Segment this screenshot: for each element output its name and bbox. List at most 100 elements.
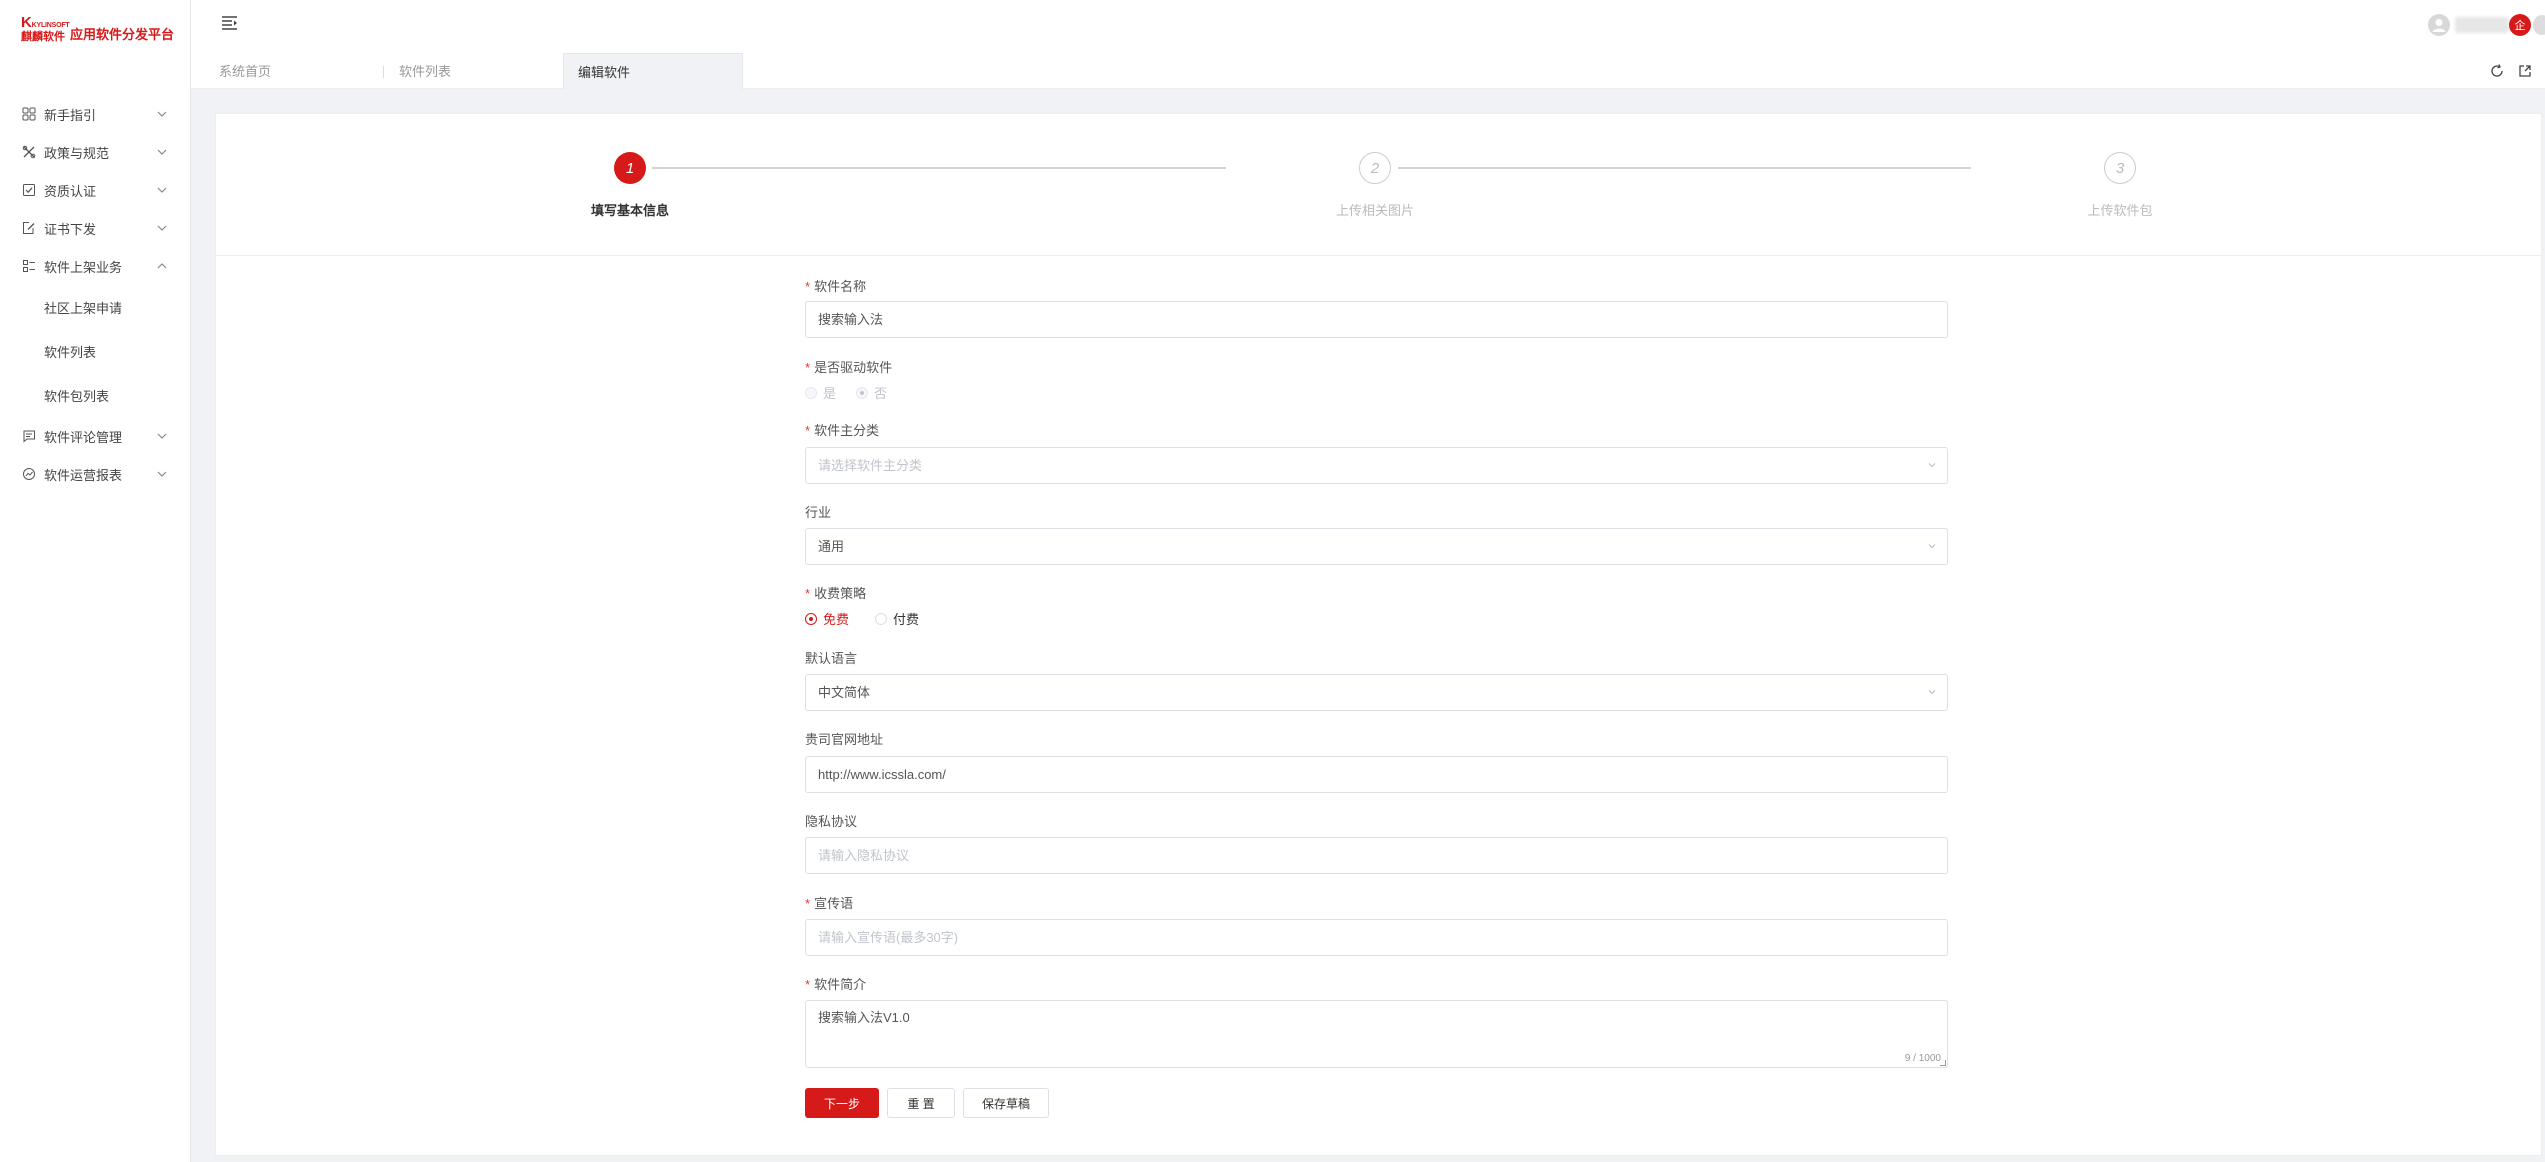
intro-value: 搜索输入法V1.0 <box>818 1010 910 1025</box>
sidebar-item-label: 软件上架业务 <box>44 259 123 275</box>
tab-home[interactable]: 系统首页 <box>191 53 371 89</box>
software-name-input[interactable]: 搜索输入法 <box>805 301 1948 338</box>
chevron-down-icon <box>157 149 167 155</box>
logo[interactable]: KKYLINSOFT 麒麟软件 应用软件分发平台 <box>21 14 181 44</box>
sidebar-item-certificate[interactable]: 证书下发 <box>0 209 190 247</box>
app-root: KKYLINSOFT 麒麟软件 应用软件分发平台 新手指引 政策与规范 资质认证… <box>0 0 2545 1162</box>
sidebar-item-comments[interactable]: 软件评论管理 <box>0 417 190 455</box>
sidebar: KKYLINSOFT 麒麟软件 应用软件分发平台 新手指引 政策与规范 资质认证… <box>0 0 191 1162</box>
intro-label: * 软件简介 <box>805 977 867 992</box>
tools-icon <box>22 145 36 159</box>
sidebar-item-reports[interactable]: 软件运营报表 <box>0 455 190 493</box>
user-avatar-icon[interactable] <box>2428 14 2450 36</box>
default-language-label: 默认语言 <box>805 651 858 666</box>
list-icon <box>22 259 36 273</box>
chevron-down-icon <box>157 187 167 193</box>
fee-policy-label: * 收费策略 <box>805 586 867 601</box>
chevron-down-icon <box>157 471 167 477</box>
radio-dot <box>875 612 888 625</box>
step-connector <box>1398 167 1971 169</box>
certificate-icon <box>22 183 36 197</box>
sidebar-menu: 新手指引 政策与规范 资质认证 证书下发 软件上架业务 社区上架申请 软件列表 … <box>0 95 190 493</box>
sidebar-item-label: 证书下发 <box>44 221 97 237</box>
enterprise-badge[interactable]: 企 <box>2509 14 2531 36</box>
refresh-icon[interactable] <box>2489 63 2505 79</box>
sidebar-item-guide[interactable]: 新手指引 <box>0 95 190 133</box>
step-1-circle: 1 <box>614 152 646 184</box>
intro-textarea[interactable]: 搜索输入法V1.0 9 / 1000 <box>805 1000 1948 1068</box>
driver-software-label: * 是否驱动软件 <box>805 360 893 375</box>
tabs-bar: 系统首页 软件列表 编辑软件 <box>191 53 2545 89</box>
sidebar-item-policy[interactable]: 政策与规范 <box>0 133 190 171</box>
industry-label: 行业 <box>805 505 832 520</box>
website-input[interactable]: http://www.icssla.com/ <box>805 756 1948 793</box>
top-header: 企 <box>191 0 2545 53</box>
driver-radio-yes[interactable]: 是 <box>805 383 836 402</box>
chevron-down-icon <box>157 433 167 439</box>
reset-button[interactable]: 重 置 <box>887 1088 955 1118</box>
tab-software-list[interactable]: 软件列表 <box>371 53 551 89</box>
category-placeholder: 请选择软件主分类 <box>818 458 923 473</box>
steps-bar: 1 填写基本信息 2 上传相关图片 3 上传软件包 <box>216 114 2541 256</box>
secondary-badge[interactable] <box>2533 15 2545 35</box>
sidebar-subitem-package-list[interactable]: 软件包列表 <box>0 373 190 417</box>
chart-icon <box>22 467 36 481</box>
chevron-down-icon <box>1928 463 1936 468</box>
chevron-down-icon <box>1928 690 1936 695</box>
sidebar-item-label: 新手指引 <box>44 107 97 123</box>
driver-radio-no[interactable]: 否 <box>856 383 887 402</box>
software-name-label: * 软件名称 <box>805 279 867 294</box>
main-content: 1 填写基本信息 2 上传相关图片 3 上传软件包 * 软件名称 搜索输入法 * 是… <box>191 89 2545 1162</box>
chevron-up-icon <box>157 263 167 269</box>
sidebar-subitem-community-apply[interactable]: 社区上架申请 <box>0 285 190 329</box>
step-3-circle: 3 <box>2104 152 2136 184</box>
sidebar-item-label: 软件运营报表 <box>44 467 123 483</box>
sidebar-item-listing[interactable]: 软件上架业务 <box>0 247 190 285</box>
driver-radio-group: 是 否 <box>805 383 907 402</box>
sidebar-item-label: 软件评论管理 <box>44 429 123 445</box>
radio-dot <box>805 612 817 625</box>
fullscreen-icon[interactable] <box>2517 63 2533 79</box>
fee-radio-paid[interactable]: 付费 <box>875 609 919 628</box>
tab-edit-software[interactable]: 编辑软件 <box>563 53 743 89</box>
logo-cn-text: 麒麟软件 <box>21 31 65 43</box>
grid-icon <box>22 107 36 121</box>
sidebar-subitem-software-list[interactable]: 软件列表 <box>0 329 190 373</box>
step-3-label: 上传软件包 <box>2087 203 2153 218</box>
sidebar-item-qualification[interactable]: 资质认证 <box>0 171 190 209</box>
step-connector <box>652 167 1226 169</box>
radio-dot <box>856 386 869 399</box>
logo-mark: KKYLINSOFT <box>21 14 70 31</box>
language-value: 中文简体 <box>818 685 871 700</box>
slogan-input[interactable]: 请输入宣传语(最多30字) <box>805 919 1948 956</box>
step-2-label: 上传相关图片 <box>1335 203 1415 218</box>
char-counter: 9 / 1000 <box>1904 1053 1941 1064</box>
website-label: 贵司官网地址 <box>805 732 884 747</box>
menu-toggle-icon[interactable] <box>221 15 239 31</box>
platform-title: 应用软件分发平台 <box>70 27 175 42</box>
step-1-label: 填写基本信息 <box>590 203 670 218</box>
privacy-label: 隐私协议 <box>805 814 858 829</box>
edit-software-card: 1 填写基本信息 2 上传相关图片 3 上传软件包 * 软件名称 搜索输入法 * 是… <box>215 113 2542 1156</box>
edit-doc-icon <box>22 221 36 235</box>
step-2-circle: 2 <box>1359 152 1391 184</box>
fee-radio-group: 免费 付费 <box>805 609 939 628</box>
industry-select[interactable]: 通用 <box>805 528 1948 565</box>
chevron-down-icon <box>1928 544 1936 549</box>
sidebar-item-label: 政策与规范 <box>44 145 110 161</box>
save-draft-button[interactable]: 保存草稿 <box>963 1088 1049 1118</box>
user-name-blurred[interactable] <box>2455 17 2509 33</box>
chevron-down-icon <box>157 111 167 117</box>
industry-value: 通用 <box>818 539 845 554</box>
slogan-label: * 宣传语 <box>805 896 854 911</box>
resize-handle-icon[interactable] <box>1940 1060 1946 1066</box>
privacy-input[interactable]: 请输入隐私协议 <box>805 837 1948 874</box>
next-step-button[interactable]: 下一步 <box>805 1088 879 1118</box>
default-language-select[interactable]: 中文简体 <box>805 674 1948 711</box>
fee-radio-free[interactable]: 免费 <box>805 609 849 628</box>
comment-icon <box>22 429 36 443</box>
category-select[interactable]: 请选择软件主分类 <box>805 447 1948 484</box>
category-label: * 软件主分类 <box>805 423 880 438</box>
radio-dot <box>805 386 817 399</box>
chevron-down-icon <box>157 225 167 231</box>
